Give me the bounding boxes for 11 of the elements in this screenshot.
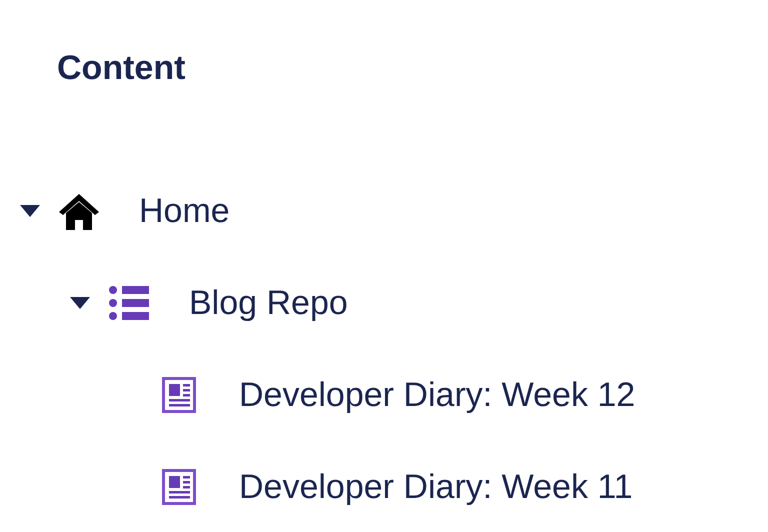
tree-item[interactable]: Home [139,191,230,231]
caret-icon[interactable] [70,297,90,309]
list-icon [108,285,150,321]
section-heading: Content [57,48,186,88]
caret-icon[interactable] [20,205,40,217]
tree-item[interactable]: Developer Diary: Week 11 [239,467,633,507]
page-icon [162,377,196,413]
home-icon [58,192,100,230]
tree-item[interactable]: Developer Diary: Week 12 [239,375,636,415]
tree-item[interactable]: Blog Repo [189,283,348,323]
page-icon [162,469,196,505]
